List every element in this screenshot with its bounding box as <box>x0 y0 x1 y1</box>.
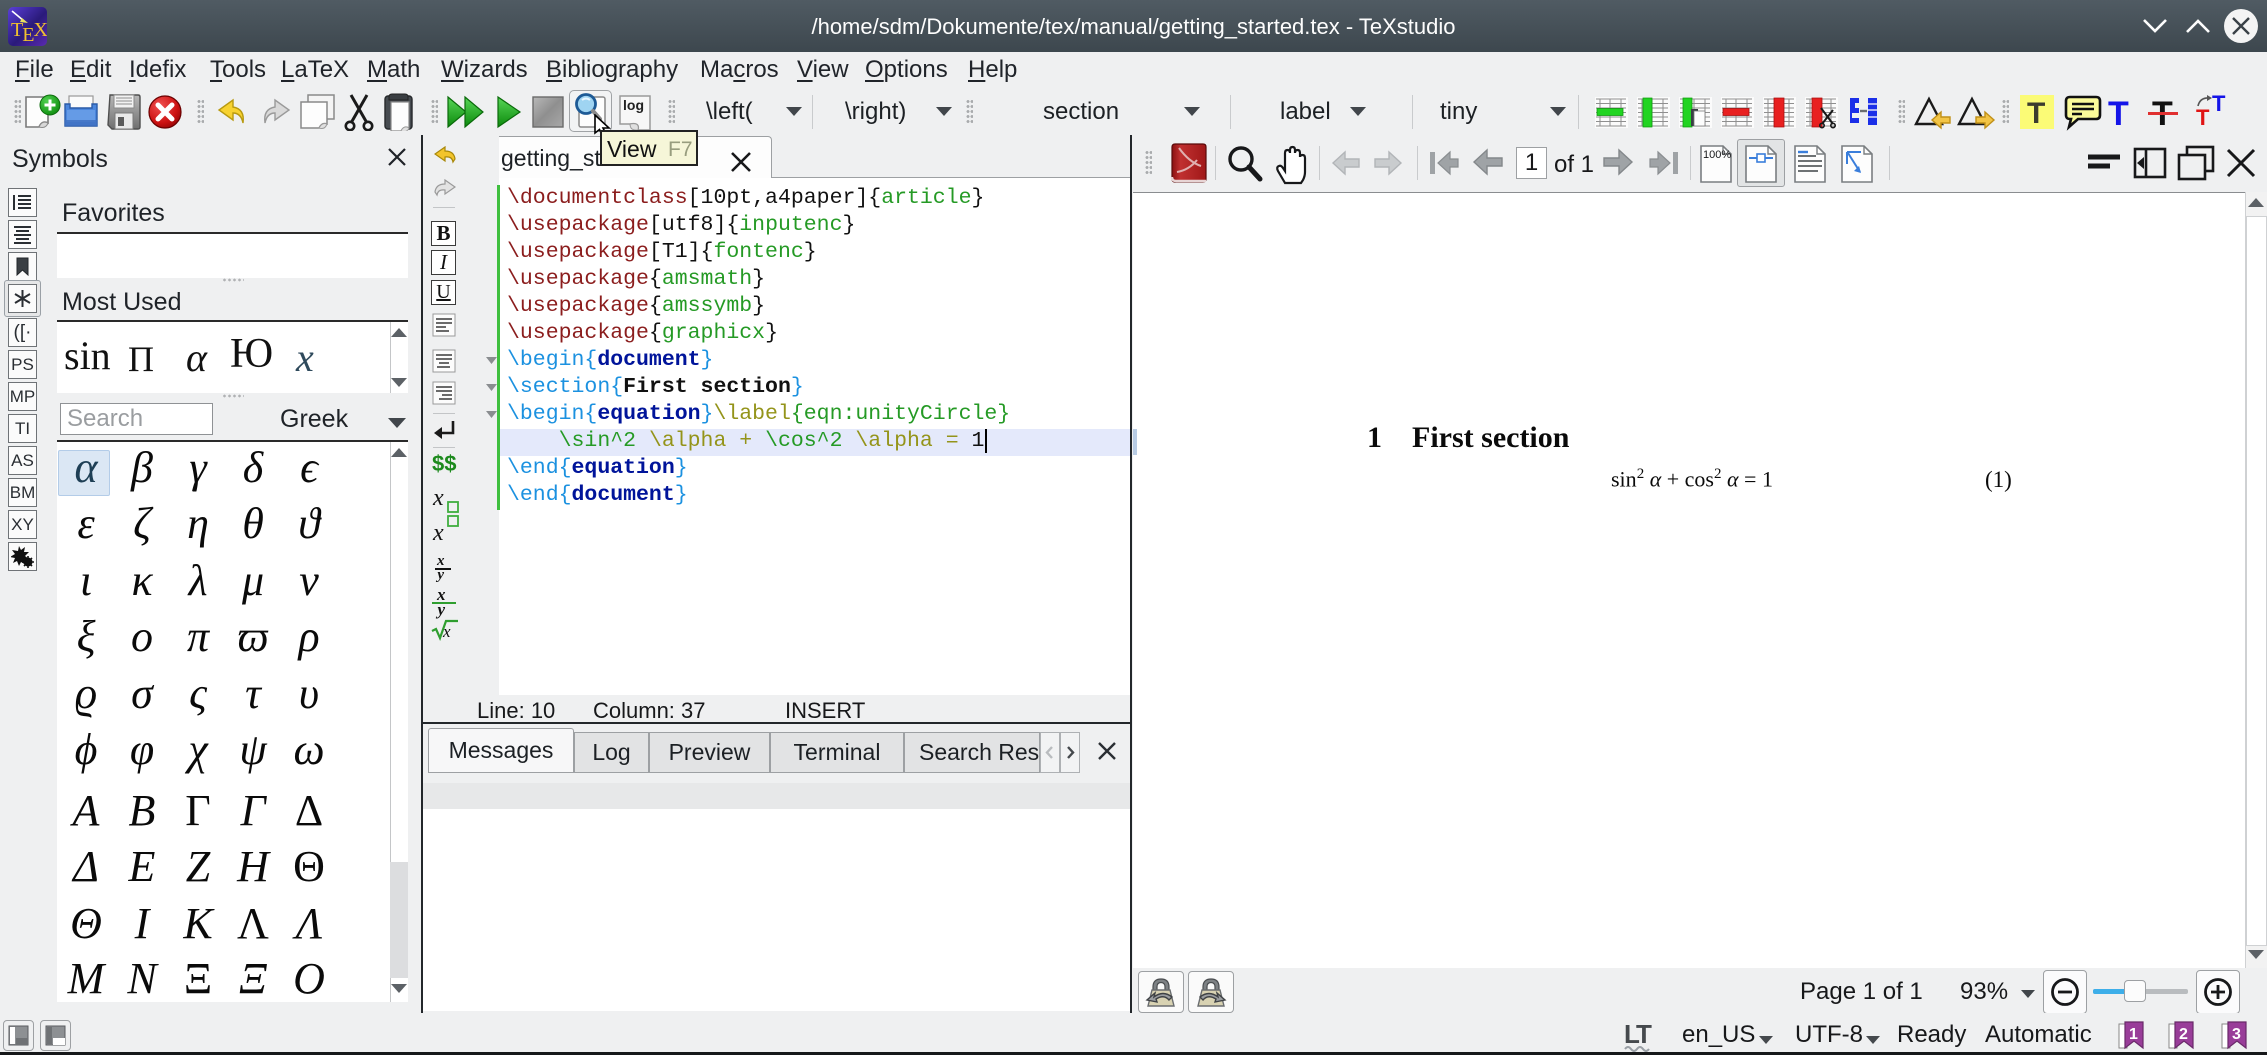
svg-text:3: 3 <box>2232 1026 2241 1043</box>
svg-text:log: log <box>623 97 644 113</box>
svg-text:1: 1 <box>2129 1026 2138 1043</box>
svg-text:100%: 100% <box>1703 149 1731 161</box>
svg-text:2: 2 <box>2179 1026 2188 1043</box>
